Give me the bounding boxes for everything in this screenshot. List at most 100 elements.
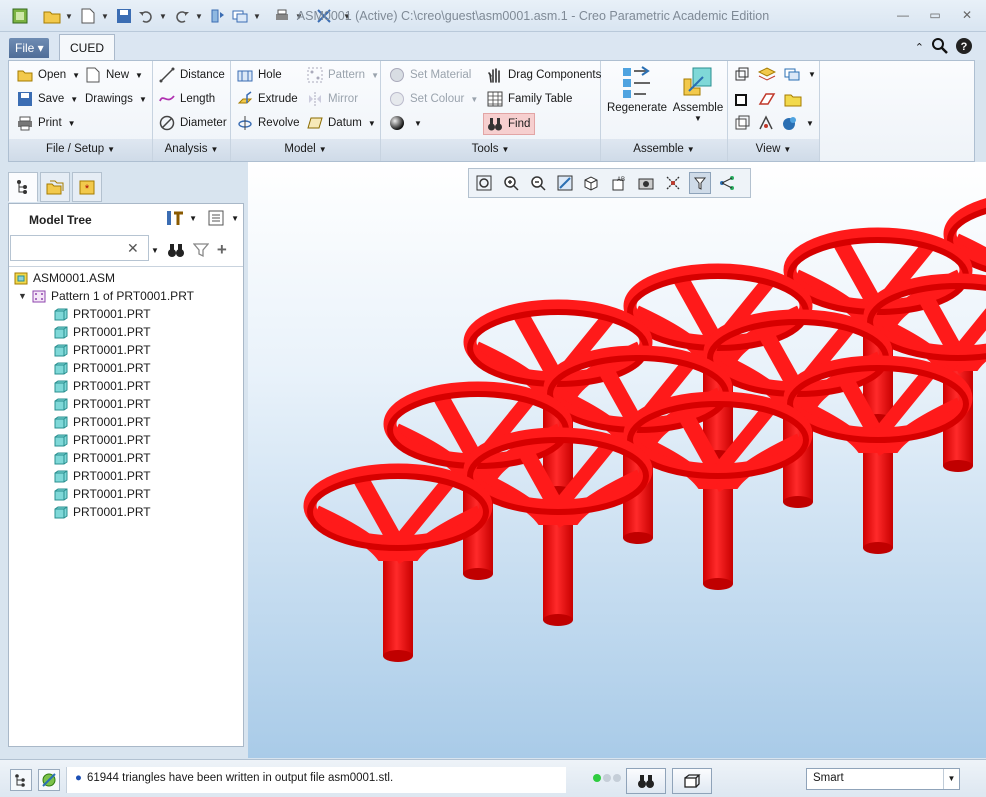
tree-item-part[interactable]: PRT0001.PRT — [9, 467, 243, 485]
drawings-button[interactable]: Drawings ▼ — [85, 89, 147, 109]
group-footer-analysis[interactable]: Analysis ▼ — [153, 139, 230, 161]
add-column-icon[interactable]: + — [217, 240, 227, 260]
tree-item-part[interactable]: PRT0001.PRT — [9, 377, 243, 395]
graphics-window[interactable]: AB — [248, 162, 986, 758]
close-icon[interactable]: ✕ — [958, 8, 976, 22]
tree-item-part[interactable]: PRT0001.PRT — [9, 413, 243, 431]
edges-icon[interactable] — [758, 91, 776, 107]
set-material-button[interactable]: Set Material — [389, 65, 471, 85]
datum-button[interactable]: Datum ▼ — [307, 113, 376, 133]
tree-item-part[interactable]: PRT0001.PRT — [9, 359, 243, 377]
tab-model-tree[interactable] — [8, 172, 38, 202]
tree-item-part[interactable]: PRT0001.PRT — [9, 503, 243, 521]
part-leg-end[interactable] — [543, 614, 573, 626]
saved-orientations-icon[interactable]: AB — [608, 172, 630, 194]
group-footer-view[interactable]: View ▼ — [728, 139, 819, 161]
chevron-down-icon[interactable]: ▼ — [943, 769, 959, 789]
part-leg[interactable] — [383, 546, 413, 656]
filter-icon[interactable] — [192, 242, 209, 258]
group-footer-file-setup[interactable]: File / Setup ▼ — [9, 139, 152, 161]
set-colour-button[interactable]: Set Colour ▼ — [389, 89, 478, 109]
perspective-icon[interactable] — [758, 115, 774, 131]
regenerate-button[interactable]: Regenerate — [605, 65, 669, 114]
appearance-gallery-icon[interactable] — [782, 115, 798, 131]
tree-item-part[interactable]: PRT0001.PRT — [9, 395, 243, 413]
group-footer-model[interactable]: Model ▼ — [231, 139, 380, 161]
layers-icon[interactable] — [758, 66, 776, 82]
part-leg[interactable] — [543, 510, 573, 620]
extrude-button[interactable]: Extrude — [237, 89, 298, 109]
hole-button[interactable]: Hole — [237, 65, 282, 85]
part-leg-end[interactable] — [783, 496, 813, 508]
part-leg-end[interactable] — [943, 460, 973, 472]
binoculars-icon[interactable] — [167, 242, 185, 258]
part-leg-end[interactable] — [463, 568, 493, 580]
open-button[interactable]: Open ▼ — [17, 65, 80, 85]
diameter-button[interactable]: Diameter — [159, 113, 227, 133]
new-button[interactable]: New ▼ — [85, 65, 143, 85]
part-leg-end[interactable] — [863, 542, 893, 554]
collapse-ribbon-icon[interactable]: ⌃ — [915, 41, 924, 54]
part-leg-end[interactable] — [623, 532, 653, 544]
search-icon[interactable] — [932, 38, 948, 57]
selection-filter-select[interactable]: Smart ▼ — [806, 768, 960, 790]
print-button[interactable]: Print ▼ — [17, 113, 76, 133]
assemble-button[interactable]: Assemble ▼ — [669, 65, 727, 123]
part-leg[interactable] — [863, 438, 893, 548]
orient-icon[interactable] — [734, 115, 750, 131]
tree-item-part[interactable]: PRT0001.PRT — [9, 305, 243, 323]
pattern-button[interactable]: Pattern ▼ — [307, 65, 379, 85]
shading-icon[interactable] — [734, 91, 750, 107]
distance-button[interactable]: Distance — [159, 65, 225, 85]
windows-icon[interactable] — [784, 66, 800, 82]
tab-folder-browser[interactable] — [40, 172, 70, 202]
annotation-display-icon[interactable] — [716, 172, 738, 194]
drag-components-button[interactable]: Drag Components — [487, 65, 601, 85]
tree-item-pattern[interactable]: ▼ Pattern 1 of PRT0001.PRT — [9, 287, 243, 305]
minimize-icon[interactable]: — — [894, 8, 912, 22]
tree-item-part[interactable]: PRT0001.PRT — [9, 485, 243, 503]
appearance-button[interactable]: ▼ — [389, 113, 422, 133]
show-icon[interactable] — [207, 209, 227, 227]
view-manager-icon[interactable] — [635, 172, 657, 194]
part-leg-end[interactable] — [383, 650, 413, 662]
chevron-down-icon[interactable]: ▼ — [808, 70, 816, 79]
display-style-icon[interactable] — [581, 172, 603, 194]
folder-icon[interactable] — [784, 91, 802, 107]
find-button[interactable]: Find — [483, 113, 536, 135]
repaint-icon[interactable] — [554, 172, 576, 194]
find-status-button[interactable] — [626, 768, 666, 794]
part-leg-end[interactable] — [703, 578, 733, 590]
toggle-browser-icon[interactable] — [38, 769, 60, 791]
part-leg[interactable] — [703, 474, 733, 584]
clear-search-icon[interactable]: ✕ — [127, 240, 139, 257]
wireframe-icon[interactable] — [734, 66, 750, 82]
maximize-icon[interactable]: ▭ — [926, 8, 944, 22]
tab-file[interactable]: File ▾ — [9, 38, 49, 58]
chevron-down-icon[interactable]: ▼ — [806, 119, 814, 128]
zoom-out-icon[interactable] — [527, 172, 549, 194]
zoom-in-icon[interactable] — [500, 172, 522, 194]
tree-item-root[interactable]: ASM0001.ASM — [9, 269, 243, 287]
toggle-navigator-icon[interactable] — [10, 769, 32, 791]
datum-display-filters-icon[interactable] — [689, 172, 711, 194]
chevron-down-icon[interactable]: ▼ — [151, 246, 159, 255]
selection-box-button[interactable] — [672, 768, 712, 794]
tree-item-part[interactable]: PRT0001.PRT — [9, 431, 243, 449]
length-button[interactable]: Length — [159, 89, 215, 109]
assembly-model-render[interactable] — [248, 162, 986, 758]
family-table-button[interactable]: Family Table — [487, 89, 572, 109]
save-button[interactable]: Save ▼ — [17, 89, 78, 109]
help-icon[interactable]: ? — [956, 38, 972, 57]
group-footer-tools[interactable]: Tools ▼ — [381, 139, 600, 161]
refit-icon[interactable] — [473, 172, 495, 194]
group-footer-assemble[interactable]: Assemble ▼ — [601, 139, 727, 161]
mirror-button[interactable]: Mirror — [307, 89, 358, 109]
spin-center-icon[interactable] — [662, 172, 684, 194]
revolve-button[interactable]: Revolve — [237, 113, 300, 133]
expand-collapse-icon[interactable]: ▼ — [18, 291, 30, 301]
tab-cued[interactable]: CUED — [59, 34, 115, 60]
chevron-down-icon[interactable]: ▼ — [231, 214, 239, 223]
tree-item-part[interactable]: PRT0001.PRT — [9, 449, 243, 467]
tab-favorites[interactable]: * — [72, 172, 102, 202]
